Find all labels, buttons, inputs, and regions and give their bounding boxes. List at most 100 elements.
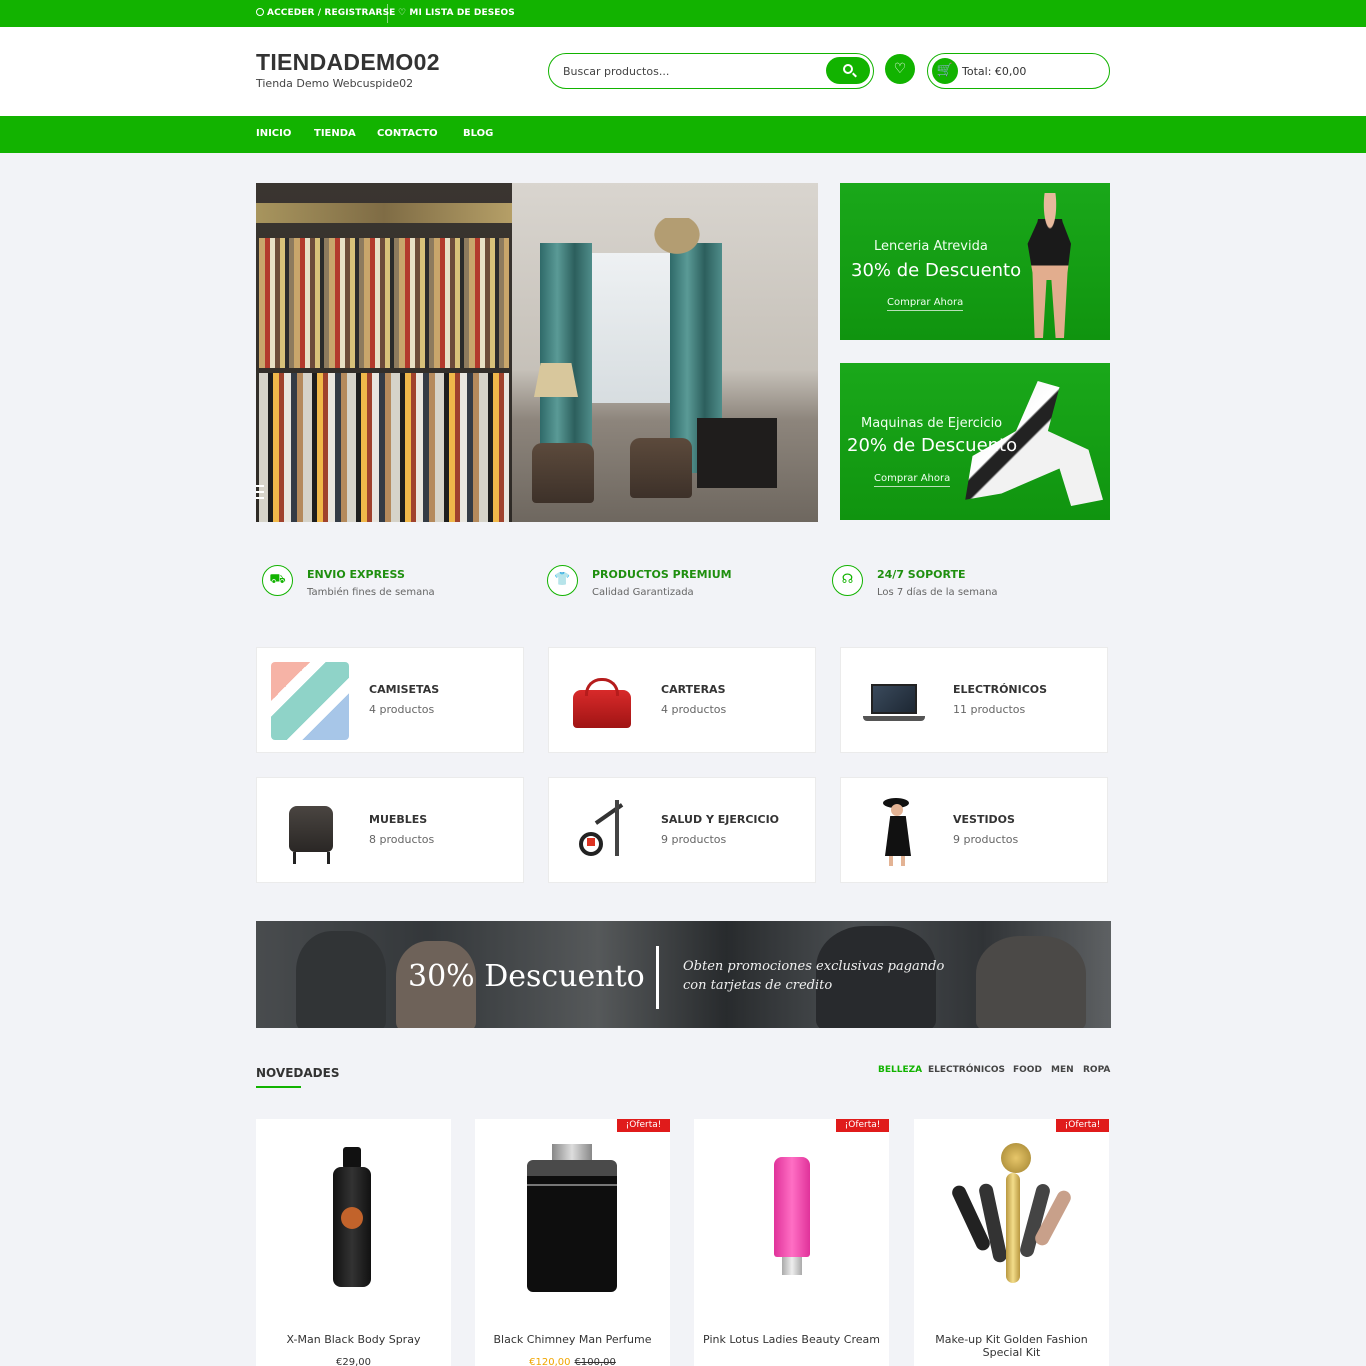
feature-subtitle: También fines de semana [307,587,435,598]
sale-badge: ¡Oferta! [1056,1119,1109,1132]
tab-electronicos[interactable]: ELECTRÓNICOS [928,1065,1005,1075]
cart-icon: 🛒 [932,58,958,84]
site-header: TIENDADEMO02 Tienda Demo Webcuspide02 ♡ … [0,27,1366,116]
search-input[interactable] [563,64,813,78]
discount-banner[interactable]: 30% Descuento Obten promociones exclusiv… [256,921,1111,1028]
category-camisetas[interactable]: CAMISETAS 4 productos [256,647,524,753]
tab-ropa[interactable]: ROPA [1083,1065,1110,1075]
top-bar: ACCEDER / REGISTRARSE ♡ MI LISTA DE DESE… [0,0,1366,27]
category-name: ELECTRÓNICOS [953,683,1048,696]
tab-food[interactable]: FOOD [1013,1065,1042,1075]
shop-now-link[interactable]: Comprar Ahora [887,297,964,311]
category-salud-ejercicio[interactable]: SALUD Y EJERCICIO 9 productos [548,777,816,883]
category-count: 11 productos [953,703,1026,716]
slider-menu-icon[interactable] [256,485,264,499]
product-name[interactable]: Pink Lotus Ladies Beauty Cream [702,1333,881,1346]
promo-subtitle: Lenceria Atrevida [874,239,988,254]
nav-item-blog[interactable]: BLOG [463,128,493,139]
dress-model-image [855,792,933,870]
category-count: 4 productos [369,703,435,716]
category-name: MUEBLES [369,813,428,826]
makeup-kit-image [949,1143,1074,1303]
price-old: €100,00 [574,1357,616,1366]
sale-badge: ¡Oferta! [617,1119,670,1132]
user-icon [256,8,264,16]
category-name: CAMISETAS [369,683,440,696]
price-regular: €29,00 [336,1357,371,1366]
product-name[interactable]: Black Chimney Man Perfume [483,1333,662,1346]
handbag-image [563,662,641,740]
promo-subtitle: Maquinas de Ejercicio [861,416,1003,431]
category-name: SALUD Y EJERCICIO [661,813,780,826]
headset-icon: ☊ [832,565,863,596]
wishlist-label: MI LISTA DE DESEOS [409,8,515,18]
heart-icon: ♡ [893,61,907,77]
section-underline [256,1086,301,1088]
site-tagline: Tienda Demo Webcuspide02 [256,77,414,90]
living-room-image [512,183,818,522]
search-form [548,53,874,89]
tab-belleza[interactable]: BELLEZA [878,1065,922,1075]
hero-slider[interactable] [256,183,818,522]
sale-badge: ¡Oferta! [836,1119,889,1132]
body-spray-image [333,1147,371,1287]
shop-now-link[interactable]: Comprar Ahora [874,473,951,487]
cart-total: Total: €0,00 [962,65,1027,78]
feature-subtitle: Calidad Garantizada [592,587,694,598]
banner-line-2: con tarjetas de credito [683,978,833,993]
category-count: 8 productos [369,833,435,846]
product-price: €29,00 [256,1357,451,1366]
nav-item-inicio[interactable]: INICIO [256,128,291,139]
heart-icon: ♡ [398,8,410,18]
category-vestidos[interactable]: VESTIDOS 9 productos [840,777,1108,883]
banner-line-1: Obten promociones exclusivas pagando [683,959,945,974]
armchair-image [271,792,349,870]
category-name: VESTIDOS [953,813,1015,826]
closet-image [256,183,512,522]
section-title: NOVEDADES [256,1066,340,1080]
site-title[interactable]: TIENDADEMO02 [256,49,440,76]
product-name[interactable]: Make-up Kit Golden Fashion Special Kit [922,1333,1101,1359]
promo-exercise[interactable]: Maquinas de Ejercicio 20% de Descuento C… [840,363,1110,520]
tab-men[interactable]: MEN [1051,1065,1074,1075]
product-name[interactable]: X-Man Black Body Spray [264,1333,443,1346]
wishlist-link[interactable]: ♡ MI LISTA DE DESEOS [398,8,515,18]
category-electronicos[interactable]: ELECTRÓNICOS 11 productos [840,647,1108,753]
main-nav: INICIO TIENDA CONTACTO BLOG [0,116,1366,153]
laptop-image [855,662,933,740]
nav-item-contacto[interactable]: CONTACTO [377,128,438,139]
product-card[interactable]: ¡Oferta! Make-up Kit Golden Fashion Spec… [914,1119,1109,1366]
login-register-label: ACCEDER / REGISTRARSE [267,8,396,18]
banner-title: 30% Descuento [408,959,645,994]
login-register-link[interactable]: ACCEDER / REGISTRARSE [256,8,395,18]
tshirt-icon: 👕 [547,565,578,596]
beauty-cream-image [774,1157,810,1277]
nav-item-tienda[interactable]: TIENDA [314,128,356,139]
exercise-bike-image [563,792,641,870]
wishlist-button[interactable]: ♡ [885,54,915,84]
category-count: 9 productos [953,833,1019,846]
topbar-divider [387,4,388,23]
promo-title: 20% de Descuento [847,435,1018,456]
feature-title: ENVIO EXPRESS [307,568,405,581]
category-count: 9 productos [661,833,727,846]
product-card[interactable]: X-Man Black Body Spray €29,00 [256,1119,451,1366]
search-icon [843,64,853,74]
product-card[interactable]: ¡Oferta! Pink Lotus Ladies Beauty Cream [694,1119,889,1366]
promo-title: 30% de Descuento [851,260,1022,281]
product-price: €120,00 €100,00 [475,1357,670,1366]
feature-subtitle: Los 7 días de la semana [877,587,998,598]
product-card[interactable]: ¡Oferta! Black Chimney Man Perfume €120,… [475,1119,670,1366]
price-sale: €120,00 [529,1357,571,1366]
perfume-image [527,1144,617,1292]
search-button[interactable] [826,57,870,84]
feature-title: 24/7 SOPORTE [877,568,966,581]
shirts-image [271,662,349,740]
banner-divider [656,946,659,1009]
promo-lingerie[interactable]: Lenceria Atrevida 30% de Descuento Compr… [840,183,1110,340]
feature-title: PRODUCTOS PREMIUM [592,568,732,581]
category-muebles[interactable]: MUEBLES 8 productos [256,777,524,883]
category-carteras[interactable]: CARTERAS 4 productos [548,647,816,753]
model-image [1027,193,1071,338]
cart-button[interactable]: 🛒 Total: €0,00 [927,53,1110,89]
